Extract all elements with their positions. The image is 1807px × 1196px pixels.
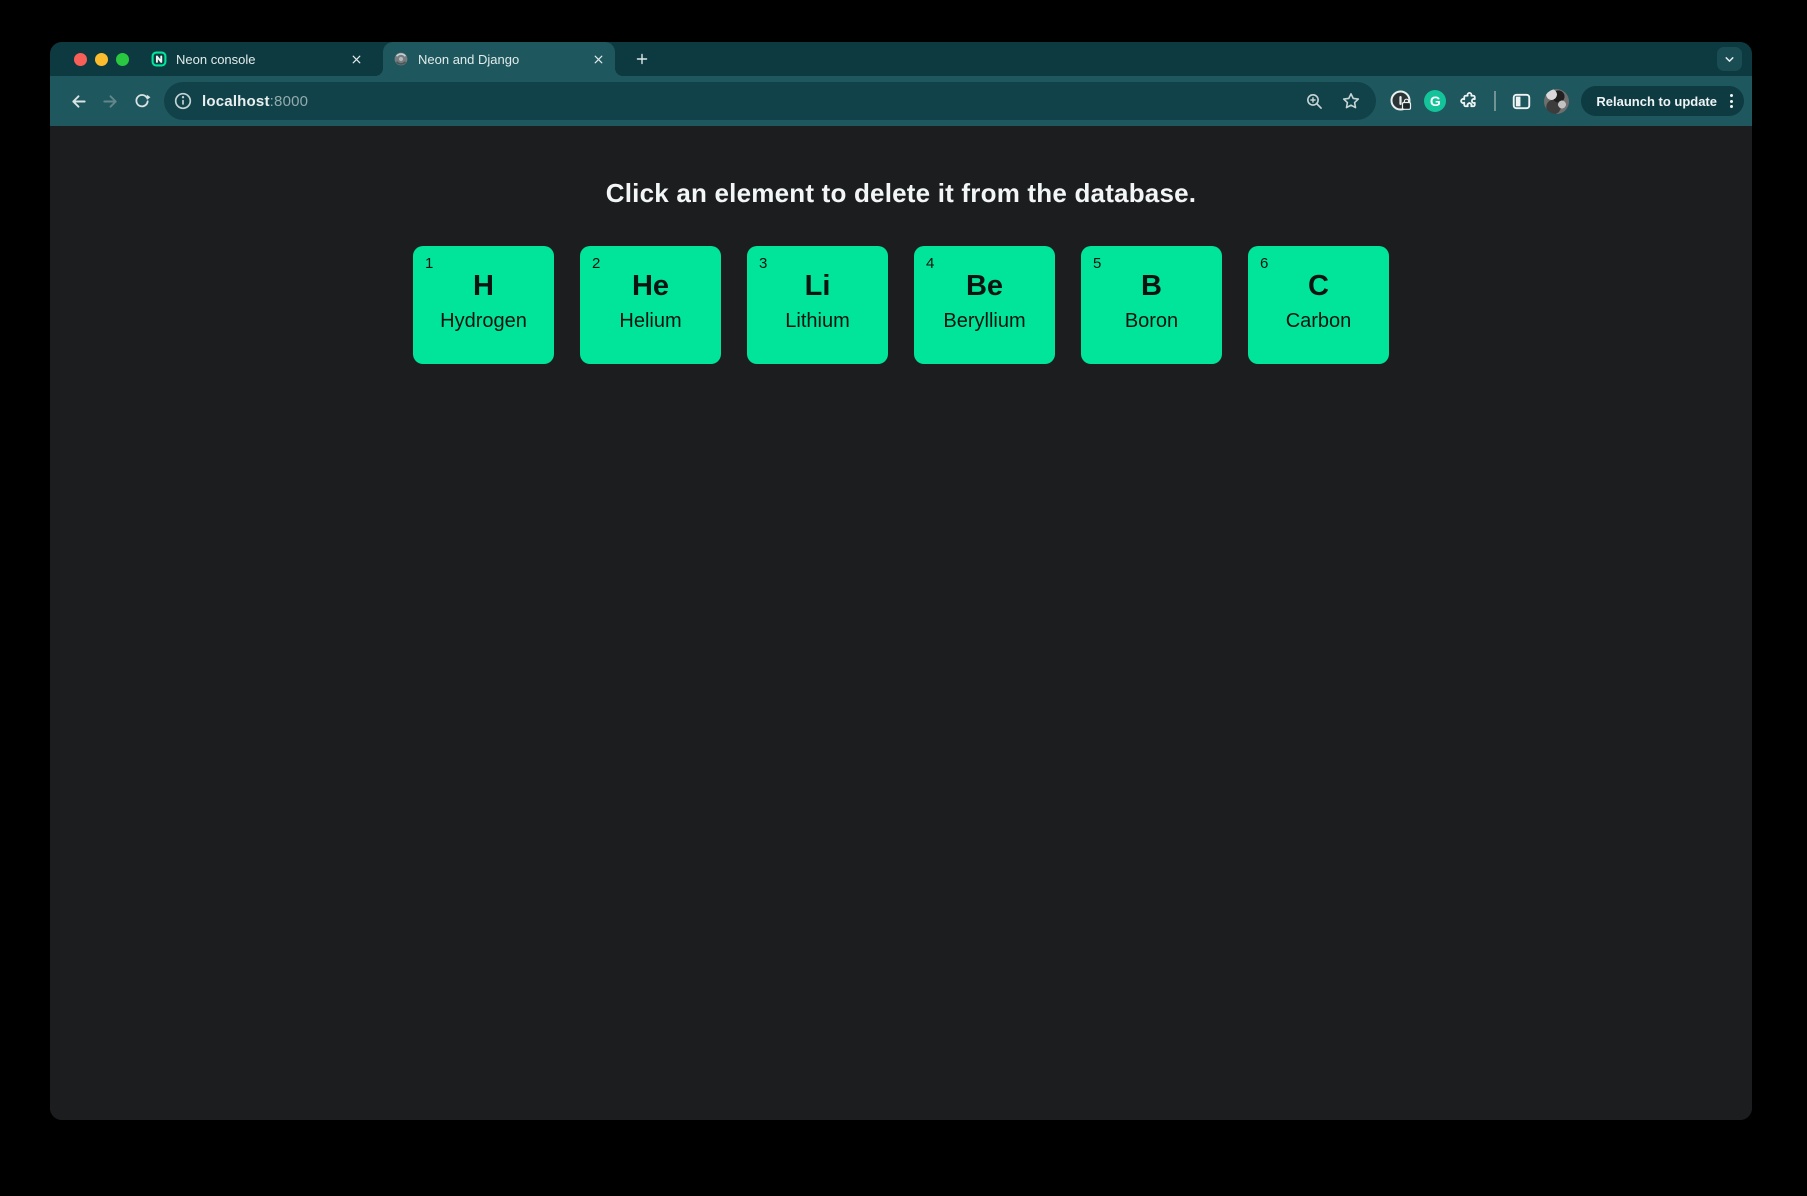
atomic-number: 1 [413, 246, 554, 271]
site-info-icon[interactable] [173, 91, 193, 111]
globe-favicon-icon [393, 51, 409, 67]
reload-button[interactable] [126, 85, 158, 117]
tab-neon-console[interactable]: Neon console [141, 42, 373, 76]
reload-icon [133, 92, 151, 110]
browser-toolbar: localhost:8000 [50, 76, 1752, 126]
element-card-boron[interactable]: 5 B Boron [1081, 246, 1222, 364]
new-tab-button[interactable] [629, 46, 655, 72]
close-tab-icon[interactable] [589, 50, 607, 68]
back-arrow-icon [69, 92, 88, 111]
url-host: localhost [202, 93, 270, 110]
element-symbol: C [1248, 272, 1389, 301]
relaunch-label: Relaunch to update [1596, 94, 1717, 109]
atomic-number: 3 [747, 246, 888, 271]
forward-arrow-icon [101, 92, 120, 111]
tab-neon-and-django[interactable]: Neon and Django [383, 42, 615, 76]
element-symbol: He [580, 272, 721, 301]
toolbar-divider [1494, 91, 1496, 111]
password-extension-icon[interactable] [1387, 87, 1415, 115]
element-cards-row: 1 H Hydrogen 2 He Helium 3 Li Lithium 4 … [413, 246, 1389, 364]
element-name: Carbon [1248, 310, 1389, 333]
browser-window: Neon console Neon and Django [50, 42, 1752, 1120]
web-page: Click an element to delete it from the d… [50, 126, 1752, 1120]
tab-title: Neon console [176, 52, 347, 67]
close-tab-icon[interactable] [347, 50, 365, 68]
grammarly-letter: G [1424, 90, 1446, 112]
element-card-carbon[interactable]: 6 C Carbon [1248, 246, 1389, 364]
element-card-helium[interactable]: 2 He Helium [580, 246, 721, 364]
side-panel-icon[interactable] [1507, 87, 1535, 115]
zoom-page-icon[interactable] [1305, 92, 1324, 111]
zoom-window-button[interactable] [116, 53, 129, 66]
tab-strip: Neon console Neon and Django [50, 42, 1752, 76]
element-symbol: Be [914, 272, 1055, 301]
relaunch-to-update-button[interactable]: Relaunch to update [1581, 86, 1744, 116]
element-name: Lithium [747, 310, 888, 333]
element-name: Beryllium [914, 310, 1055, 333]
atomic-number: 2 [580, 246, 721, 271]
element-symbol: Li [747, 272, 888, 301]
atomic-number: 5 [1081, 246, 1222, 271]
close-window-button[interactable] [74, 53, 87, 66]
extensions-puzzle-icon[interactable] [1455, 87, 1483, 115]
element-symbol: H [413, 272, 554, 301]
neon-logo-icon [151, 51, 167, 67]
traffic-lights [50, 42, 141, 76]
element-card-hydrogen[interactable]: 1 H Hydrogen [413, 246, 554, 364]
element-name: Boron [1081, 310, 1222, 333]
url-port: :8000 [270, 93, 309, 110]
page-title: Click an element to delete it from the d… [606, 178, 1196, 209]
url-text: localhost:8000 [202, 93, 308, 110]
chevron-down-icon [1723, 53, 1736, 66]
forward-button[interactable] [94, 85, 126, 117]
grammarly-extension-icon[interactable]: G [1421, 87, 1449, 115]
back-button[interactable] [62, 85, 94, 117]
tab-title: Neon and Django [418, 52, 589, 67]
element-name: Helium [580, 310, 721, 333]
address-bar[interactable]: localhost:8000 [164, 82, 1376, 120]
element-card-lithium[interactable]: 3 Li Lithium [747, 246, 888, 364]
bookmark-star-icon[interactable] [1341, 91, 1361, 111]
tab-search-button[interactable] [1717, 47, 1742, 71]
element-symbol: B [1081, 272, 1222, 301]
profile-avatar[interactable] [1544, 89, 1569, 114]
minimize-window-button[interactable] [95, 53, 108, 66]
element-card-beryllium[interactable]: 4 Be Beryllium [914, 246, 1055, 364]
atomic-number: 4 [914, 246, 1055, 271]
element-name: Hydrogen [413, 310, 554, 333]
browser-menu-kebab-icon[interactable] [1728, 92, 1735, 110]
atomic-number: 6 [1248, 246, 1389, 271]
